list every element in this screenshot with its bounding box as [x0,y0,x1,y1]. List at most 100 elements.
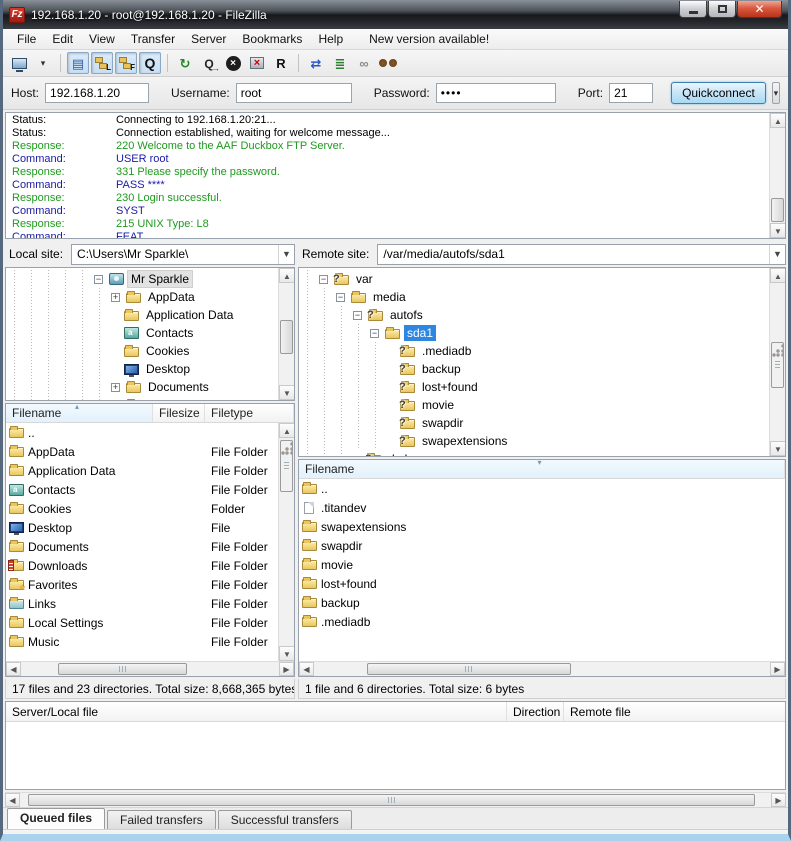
file-row[interactable]: swapdir [299,536,785,555]
collapse-icon[interactable]: − [353,311,362,320]
transfer-type-icon[interactable]: A [575,836,591,841]
tree-item[interactable]: −?var [299,270,768,288]
file-row[interactable]: Local SettingsFile Folder [6,613,277,632]
scroll-left-arrow[interactable]: ◀ [6,662,21,676]
scroll-up-arrow[interactable]: ▲ [279,423,294,438]
file-row[interactable]: backup [299,593,785,612]
file-row[interactable]: AppDataFile Folder [6,442,277,461]
tree-item[interactable]: −sda1 [299,324,768,342]
scroll-thumb[interactable] [58,663,188,675]
file-row[interactable]: swapextensions [299,517,785,536]
scroll-left-arrow[interactable]: ◀ [299,662,314,676]
tree-item[interactable]: +Downloads [6,396,277,400]
tree-item[interactable]: −Mr Sparkle [6,270,277,288]
file-row[interactable]: MusicFile Folder [6,632,277,651]
queue-horizontal-scrollbar[interactable]: ◀ ▶ [5,792,786,807]
scroll-thumb[interactable] [771,198,784,222]
file-row[interactable]: lost+found [299,574,785,593]
scroll-thumb[interactable] [771,342,784,388]
scroll-right-arrow[interactable]: ▶ [279,662,294,676]
tree-item[interactable]: ?lost+found [299,378,768,396]
scroll-up-arrow[interactable]: ▲ [770,268,786,283]
quickconnect-button[interactable]: Quickconnect [671,82,766,104]
tree-item[interactable]: Cookies [6,342,277,360]
scroll-thumb[interactable] [367,663,571,675]
collapse-icon[interactable]: − [336,293,345,302]
scroll-down-arrow[interactable]: ▼ [770,441,786,456]
tree-item[interactable]: ?backup [299,360,768,378]
file-row[interactable]: LinksFile Folder [6,594,277,613]
menu-item-new-version[interactable]: New version available! [361,30,497,48]
collapse-icon[interactable]: − [370,329,379,338]
title-bar[interactable]: Fz 192.168.1.20 - root@192.168.1.20 - Fi… [3,0,788,29]
remote-tree-vertical-scrollbar[interactable]: ▲ ▼ [769,268,785,456]
file-row[interactable]: DocumentsFile Folder [6,537,277,556]
file-row[interactable]: Application DataFile Folder [6,461,277,480]
log-vertical-scrollbar[interactable]: ▲ ▼ [769,113,785,238]
scroll-thumb[interactable] [28,794,754,806]
synchronized-browsing-button[interactable]: ≣ [329,52,351,74]
tree-item[interactable]: −?autofs [299,306,768,324]
file-row[interactable]: .. [299,479,785,498]
toggle-queue-button[interactable]: Q [139,52,161,74]
scroll-down-arrow[interactable]: ▼ [770,223,786,238]
scroll-left-arrow[interactable]: ◀ [5,793,20,807]
quickconnect-dropdown[interactable]: ▾ [772,82,780,104]
file-row[interactable]: DesktopFile [6,518,277,537]
file-row[interactable]: CookiesFolder [6,499,277,518]
expand-icon[interactable]: + [111,293,120,302]
column-header-server-local-file[interactable]: Server/Local file [6,702,507,721]
chevron-down-icon[interactable]: ▼ [769,245,785,264]
collapse-icon[interactable]: − [319,275,328,284]
scroll-up-arrow[interactable]: ▲ [279,268,295,283]
scroll-down-arrow[interactable]: ▼ [279,385,295,400]
file-row[interactable]: .. [6,423,277,442]
local-tree-vertical-scrollbar[interactable]: ▲ ▼ [278,268,294,400]
menu-item-server[interactable]: Server [183,30,234,48]
scroll-right-arrow[interactable]: ▶ [771,793,786,807]
local-list-horizontal-scrollbar[interactable]: ◀ ▶ [6,661,294,676]
scroll-down-arrow[interactable]: ▼ [279,646,294,661]
username-input[interactable] [236,83,352,103]
tab-failed-transfers[interactable]: Failed transfers [107,810,216,829]
toggle-message-log-button[interactable]: ▤ [67,52,89,74]
cancel-button[interactable]: × [222,52,244,74]
tree-item[interactable]: Application Data [6,306,277,324]
minimize-button[interactable] [679,1,707,18]
file-row[interactable]: FavoritesFile Folder [6,575,277,594]
scroll-thumb[interactable] [280,440,293,492]
tree-item[interactable]: +Documents [6,378,277,396]
local-site-combobox[interactable]: C:\Users\Mr Sparkle\ ▼ [71,244,295,265]
menu-item-edit[interactable]: Edit [44,30,81,48]
menu-item-view[interactable]: View [81,30,123,48]
file-row[interactable]: DownloadsFile Folder [6,556,277,575]
toggle-remote-tree-button[interactable]: F [115,52,137,74]
column-header-remote-file[interactable]: Remote file [564,702,785,721]
menu-item-transfer[interactable]: Transfer [123,30,183,48]
menu-item-help[interactable]: Help [310,30,351,48]
port-input[interactable] [609,83,653,103]
disconnect-button[interactable]: × [246,52,268,74]
tree-item[interactable]: −media [299,288,768,306]
tree-item[interactable]: ?.mediadb [299,342,768,360]
tab-successful-transfers[interactable]: Successful transfers [218,810,352,829]
remote-site-combobox[interactable]: /var/media/autofs/sda1 ▼ [377,244,786,265]
tree-item[interactable]: ?movie [299,396,768,414]
tree-item[interactable]: ?dvd [299,450,768,456]
process-queue-button[interactable]: Q [198,52,220,74]
tab-queued-files[interactable]: Queued files [7,808,105,829]
scroll-thumb[interactable] [280,320,293,354]
column-header-direction[interactable]: Direction [507,702,564,721]
directory-comparison-button[interactable]: ⇄ [305,52,327,74]
local-list-vertical-scrollbar[interactable]: ▲ ▼ [278,423,294,661]
file-row[interactable]: .mediadb [299,612,785,631]
site-manager-button[interactable] [8,52,30,74]
scroll-up-arrow[interactable]: ▲ [770,113,786,128]
file-row[interactable]: ContactsFile Folder [6,480,277,499]
remote-list-horizontal-scrollbar[interactable]: ◀ ▶ [299,661,785,676]
column-header-filename[interactable]: ▾ Filename [299,460,785,478]
tree-item[interactable]: ?swapextensions [299,432,768,450]
filter-button[interactable]: ∞ [353,52,375,74]
menu-item-bookmarks[interactable]: Bookmarks [234,30,310,48]
expand-icon[interactable]: + [111,383,120,392]
